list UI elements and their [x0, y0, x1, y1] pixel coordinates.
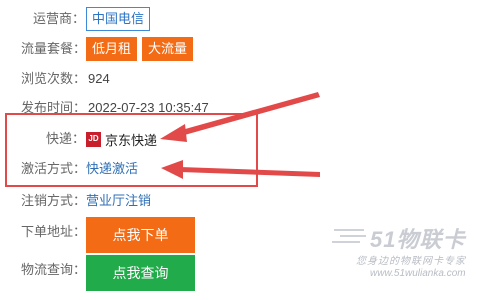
arrow-shaft-express — [178, 92, 320, 136]
arrow-shaft-activation — [180, 167, 320, 177]
watermark-lines-graphic — [332, 229, 366, 243]
arrow-head-express — [160, 124, 187, 142]
watermark-brand: 51物联卡 — [370, 227, 466, 252]
arrow-head-activation — [161, 160, 183, 179]
watermark: 51物联卡 您身边的物联网卡专家 www.51wulianka.com — [330, 222, 478, 292]
watermark-url: www.51wulianka.com — [370, 268, 466, 279]
watermark-slogan: 您身边的物联网卡专家 — [356, 256, 466, 267]
